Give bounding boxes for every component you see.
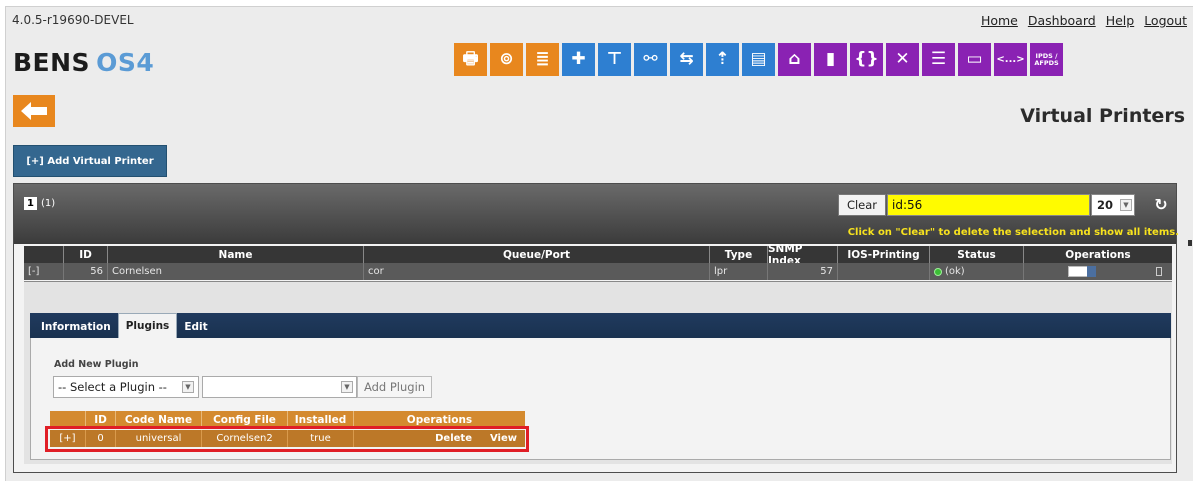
status-ok-icon [934, 267, 942, 276]
status-text: (ok) [945, 266, 965, 277]
chevron-down-icon: ▼ [341, 381, 353, 393]
trash-icon[interactable] [1156, 267, 1162, 276]
add-virtual-printer-button[interactable]: [+] Add Virtual Printer [13, 145, 167, 177]
document-icon[interactable]: ▮ [814, 43, 847, 76]
code-icon[interactable]: <...> [994, 43, 1027, 76]
top-nav: Home Dashboard Help Logout [981, 13, 1187, 28]
page-size-value: 20 [1097, 198, 1114, 212]
filter-hint: Click on "Clear" to delete the selection… [847, 227, 1179, 238]
plugin-select[interactable]: -- Select a Plugin -- ▼ [53, 376, 199, 398]
add-plugin-label: Add New Plugin [54, 359, 139, 370]
brand-suffix: OS4 [96, 48, 155, 77]
ipds-afpds-icon[interactable]: IPDS / AFPDS [1030, 43, 1063, 76]
logout-link[interactable]: Logout [1144, 13, 1187, 28]
form-icon[interactable]: ☰ [922, 43, 955, 76]
page-count: (1) [41, 198, 56, 209]
tools-icon[interactable]: ✕ [886, 43, 919, 76]
tab-information[interactable]: Information [34, 316, 118, 338]
page-title: Virtual Printers [1020, 105, 1185, 127]
cell-status: (ok) [930, 263, 1024, 280]
brand-logo: BENS OS4 [13, 48, 154, 77]
cell-id: 56 [64, 263, 108, 280]
network-icon[interactable]: ⊤ [598, 43, 631, 76]
chevron-down-icon: ▼ [1120, 199, 1132, 211]
collapse-toggle[interactable]: [-] [24, 263, 64, 280]
printer-cartridge-icon[interactable]: ⊚ [490, 43, 523, 76]
plugin-select-placeholder: -- Select a Plugin -- [58, 380, 167, 394]
script-file-icon[interactable]: {} [850, 43, 883, 76]
scrollbar-marker[interactable] [1188, 240, 1192, 246]
clear-filter-button[interactable]: Clear [838, 194, 886, 216]
database-icon[interactable]: ≣ [526, 43, 559, 76]
header-name[interactable]: Name [108, 246, 364, 263]
header-snmp-index[interactable]: SNMP Index [768, 243, 838, 267]
header-type[interactable]: Type [710, 246, 768, 263]
toolbar-icons: 🖶 ⊚ ≣ ✚ ⊤ ⚯ ⇆ ⇡ ▤ ⌂ ▮{} ✕ ☰ ▭ <...> IPDS / AFPDS [454, 43, 1063, 76]
table-row: [-] 56 Cornelsen cor lpr 57 (ok) [24, 263, 1172, 280]
transfer-icon[interactable]: ⇆ [670, 43, 703, 76]
cell-queue-port: cor [364, 263, 710, 280]
header-ios-printing[interactable]: IOS-Printing [838, 246, 930, 263]
printers-table-header: ID Name Queue/Port Type SNMP Index IOS-P… [24, 243, 1172, 267]
cell-ios-printing [838, 263, 930, 280]
header-status[interactable]: Status [930, 246, 1024, 263]
back-button[interactable] [13, 95, 55, 127]
cell-snmp-index: 57 [768, 263, 838, 280]
refresh-icon[interactable]: ↻ [1151, 194, 1171, 214]
add-plugin-button[interactable]: Add Plugin [357, 376, 432, 398]
cell-name: Cornelsen [108, 263, 364, 280]
page-size-select[interactable]: 20 ▼ [1091, 194, 1135, 216]
help-link[interactable]: Help [1106, 13, 1135, 28]
window-icon[interactable]: ▭ [958, 43, 991, 76]
plugin-puzzle-icon[interactable]: ✚ [562, 43, 595, 76]
header-queue-port[interactable]: Queue/Port [364, 246, 710, 263]
highlight-box [45, 426, 529, 452]
routing-icon[interactable]: ⚯ [634, 43, 667, 76]
brand-name: BENS [13, 48, 91, 77]
header-operations: Operations [1065, 248, 1131, 261]
filter-input[interactable] [887, 194, 1090, 216]
dashboard-link[interactable]: Dashboard [1028, 13, 1096, 28]
tab-edit[interactable]: Edit [177, 316, 214, 338]
cell-type: lpr [710, 263, 768, 280]
header-toggle [24, 246, 64, 263]
chevron-down-icon: ▼ [182, 381, 194, 393]
page-number-button[interactable]: 1 [24, 197, 37, 210]
upload-icon[interactable]: ⇡ [706, 43, 739, 76]
storage-icon[interactable]: ▤ [742, 43, 775, 76]
cell-operations [1024, 263, 1172, 280]
detail-tabs: Information Plugins Edit [30, 313, 1171, 338]
printer-icon[interactable]: 🖶 [454, 43, 487, 76]
version-label: 4.0.5-r19690-DEVEL [12, 13, 134, 27]
operations-select[interactable] [1068, 266, 1096, 277]
print-job-icon[interactable]: ⌂ [778, 43, 811, 76]
tab-plugins[interactable]: Plugins [117, 313, 178, 338]
home-link[interactable]: Home [981, 13, 1018, 28]
arrow-left-icon [21, 102, 47, 120]
header-id[interactable]: ID [64, 246, 108, 263]
plugin-config-select[interactable]: ▼ [202, 376, 357, 398]
